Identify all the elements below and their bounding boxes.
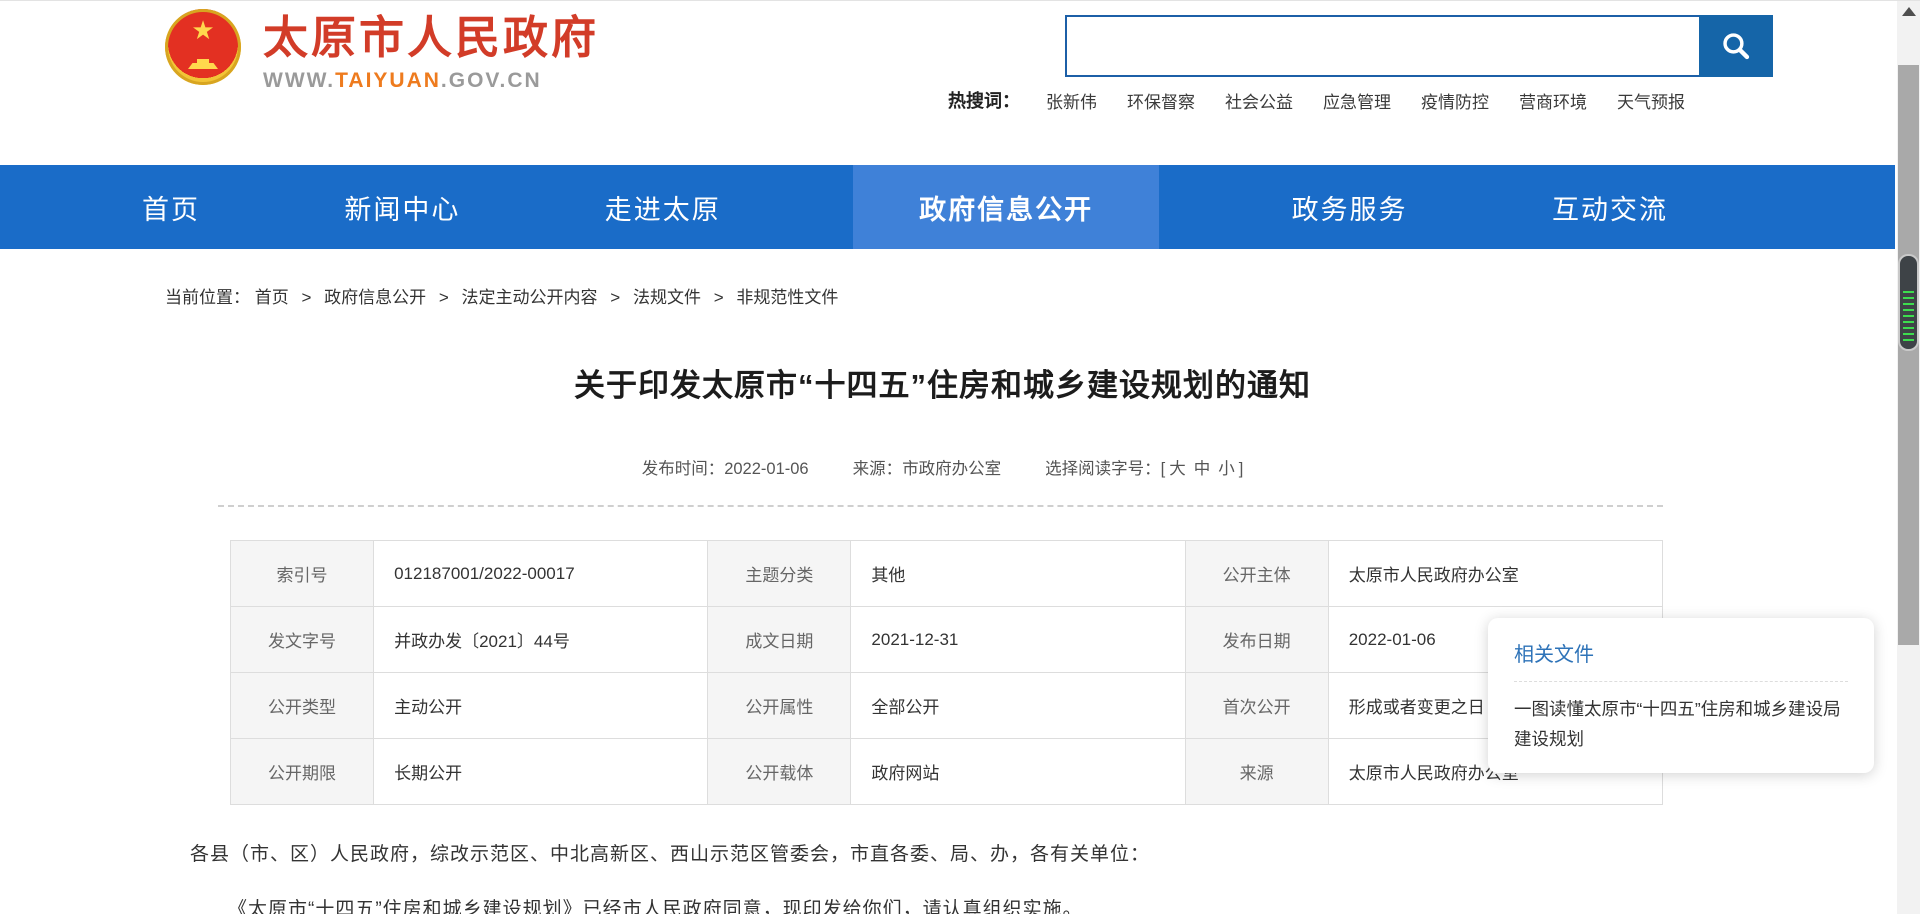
article-paragraph: 《太原市“十四五”住房和城乡建设规划》已经市人民政府同意，现印发给你们，请认真组… [190, 896, 1650, 914]
site-url-highlight: TAIYUAN [335, 69, 441, 92]
breadcrumb-separator: > [301, 288, 311, 307]
popup-divider [1514, 681, 1848, 682]
nav-item-services[interactable]: 政务服务 [1280, 165, 1420, 249]
source-label: 来源： [853, 460, 903, 478]
scrollbar[interactable] [1897, 1, 1920, 914]
table-row: 公开类型 主动公开 公开属性 全部公开 首次公开 形成或者变更之日 [231, 673, 1663, 739]
info-table-label-cell: 索引号 [231, 541, 374, 607]
info-table-label-cell: 公开主体 [1185, 541, 1328, 607]
hot-word-link[interactable]: 营商环境 [1519, 88, 1587, 113]
search-icon [1718, 28, 1754, 64]
info-table-label-cell: 公开属性 [708, 673, 851, 739]
breadcrumb-item-nonnormative[interactable]: 非规范性文件 [736, 288, 838, 307]
site-url-prefix: WWW. [263, 69, 335, 92]
dashed-divider [218, 505, 1663, 507]
table-row: 公开期限 长期公开 公开载体 政府网站 来源 太原市人民政府办公室 [231, 739, 1663, 805]
font-size-small[interactable]: 小 [1218, 460, 1235, 478]
info-table-label-cell: 发文字号 [231, 607, 374, 673]
page: ★ 太原市人民政府 WWW.TAIYUAN.GOV.CN 热搜词： 张新伟 环保… [0, 0, 1920, 914]
related-files-title: 相关文件 [1514, 638, 1848, 667]
publish-time-value: 2022-01-06 [724, 460, 808, 478]
site-url: WWW.TAIYUAN.GOV.CN [263, 69, 599, 93]
scroll-indicator [1898, 254, 1919, 351]
related-files-popup: 相关文件 一图读懂太原市“十四五”住房和城乡建设局建设规划 [1488, 618, 1874, 773]
info-table-value-cell: 太原市人民政府办公室 [1328, 541, 1662, 607]
document-info-table: 索引号 012187001/2022-00017 主题分类 其他 公开主体 太原… [230, 540, 1663, 805]
article-meta: 发布时间：2022-01-06 来源：市政府办公室 选择阅读字号：[大中小] [165, 455, 1720, 479]
hot-word-link[interactable]: 天气预报 [1617, 88, 1685, 113]
info-table-label-cell: 成文日期 [708, 607, 851, 673]
search-button[interactable] [1699, 15, 1773, 77]
source-value: 市政府办公室 [902, 460, 1001, 478]
info-table-label-cell: 首次公开 [1185, 673, 1328, 739]
hot-word-link[interactable]: 社会公益 [1225, 88, 1293, 113]
breadcrumb-separator: > [714, 288, 724, 307]
publish-time-label: 发布时间： [642, 460, 725, 478]
info-table-value-cell: 2021-12-31 [851, 607, 1185, 673]
info-table-value-cell: 政府网站 [851, 739, 1185, 805]
info-table-label-cell: 主题分类 [708, 541, 851, 607]
main-nav: 首页 新闻中心 走进太原 政府信息公开 政务服务 互动交流 [0, 165, 1895, 249]
info-table-value-cell: 012187001/2022-00017 [374, 541, 708, 607]
hot-word-link[interactable]: 疫情防控 [1421, 88, 1489, 113]
logo-text: 太原市人民政府 WWW.TAIYUAN.GOV.CN [263, 9, 599, 93]
table-row: 索引号 012187001/2022-00017 主题分类 其他 公开主体 太原… [231, 541, 1663, 607]
info-table-value-cell: 其他 [851, 541, 1185, 607]
info-table-label-cell: 公开期限 [231, 739, 374, 805]
source: 来源：市政府办公室 [853, 455, 1002, 479]
info-table-label-cell: 公开载体 [708, 739, 851, 805]
site-name: 太原市人民政府 [263, 13, 599, 63]
nav-item-gov-info[interactable]: 政府信息公开 [853, 165, 1159, 249]
article-paragraph: 各县（市、区）人民政府，综改示范区、中北高新区、西山示范区管委会，市直各委、局、… [190, 841, 1650, 869]
font-size-selector: 选择阅读字号：[大中小] [1045, 455, 1243, 479]
font-size-large[interactable]: 大 [1169, 460, 1186, 478]
breadcrumb-label: 当前位置： [165, 288, 250, 307]
article-content: 关于印发太原市“十四五”住房和城乡建设规划的通知 发布时间：2022-01-06… [165, 360, 1720, 914]
font-size-medium[interactable]: 中 [1194, 460, 1211, 478]
search-input[interactable] [1067, 17, 1703, 75]
breadcrumb-item-home[interactable]: 首页 [255, 288, 289, 307]
scrollbar-thumb[interactable] [1898, 65, 1919, 645]
breadcrumb-separator: > [610, 288, 620, 307]
hot-word-link[interactable]: 应急管理 [1323, 88, 1391, 113]
site-logo[interactable]: ★ 太原市人民政府 WWW.TAIYUAN.GOV.CN [165, 9, 599, 93]
bracket-open: [ [1161, 460, 1166, 478]
breadcrumb: 当前位置： 首页 > 政府信息公开 > 法定主动公开内容 > 法规文件 > 非规… [165, 283, 1920, 308]
scroll-up-icon[interactable] [1902, 7, 1916, 16]
scroll-indicator-stripes [1903, 291, 1914, 345]
national-emblem-icon: ★ [165, 9, 241, 85]
info-table-value-cell: 全部公开 [851, 673, 1185, 739]
related-file-link[interactable]: 一图读懂太原市“十四五”住房和城乡建设局建设规划 [1514, 694, 1848, 754]
info-table-label-cell: 来源 [1185, 739, 1328, 805]
nav-item-home[interactable]: 首页 [130, 165, 212, 249]
info-table-value-cell: 并政办发〔2021〕44号 [374, 607, 708, 673]
breadcrumb-item-regulations[interactable]: 法规文件 [633, 288, 701, 307]
info-table-label-cell: 公开类型 [231, 673, 374, 739]
nav-item-about[interactable]: 走进太原 [593, 165, 733, 249]
info-table-value-cell: 主动公开 [374, 673, 708, 739]
info-table-label-cell: 发布日期 [1185, 607, 1328, 673]
nav-item-interaction[interactable]: 互动交流 [1540, 165, 1680, 249]
bracket-close: ] [1239, 460, 1244, 478]
nav-item-news[interactable]: 新闻中心 [332, 165, 472, 249]
font-size-label: 选择阅读字号： [1045, 460, 1161, 478]
hot-word-link[interactable]: 环保督察 [1127, 88, 1195, 113]
breadcrumb-item-gov-info[interactable]: 政府信息公开 [324, 288, 426, 307]
search-box [1065, 15, 1773, 77]
publish-time: 发布时间：2022-01-06 [642, 455, 809, 479]
info-table-value-cell: 长期公开 [374, 739, 708, 805]
hot-search-label: 热搜词： [948, 87, 1020, 113]
breadcrumb-item-statutory[interactable]: 法定主动公开内容 [462, 288, 598, 307]
breadcrumb-separator: > [439, 288, 449, 307]
hot-word-link[interactable]: 张新伟 [1046, 88, 1097, 113]
site-header: ★ 太原市人民政府 WWW.TAIYUAN.GOV.CN 热搜词： 张新伟 环保… [0, 1, 1895, 165]
site-url-suffix: .GOV.CN [441, 69, 542, 92]
gate-icon [188, 59, 218, 69]
star-icon: ★ [191, 17, 214, 43]
hot-search-row: 热搜词： 张新伟 环保督察 社会公益 应急管理 疫情防控 营商环境 天气预报 [948, 87, 1715, 113]
article-title: 关于印发太原市“十四五”住房和城乡建设规划的通知 [165, 360, 1720, 405]
table-row: 发文字号 并政办发〔2021〕44号 成文日期 2021-12-31 发布日期 … [231, 607, 1663, 673]
